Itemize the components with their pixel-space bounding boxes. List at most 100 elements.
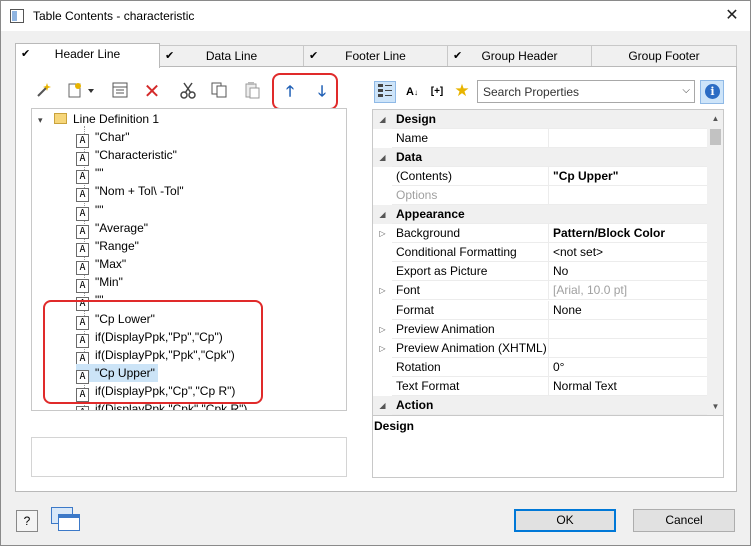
tree-item[interactable]: A "" [76, 201, 107, 221]
tab-footer-line[interactable]: ✔ Footer Line [303, 45, 448, 67]
scrollbar-thumb[interactable] [710, 129, 721, 145]
check-icon: ✔ [165, 50, 175, 62]
property-value[interactable] [553, 320, 707, 339]
sort-alphabetical-icon[interactable]: A↓ [401, 81, 423, 103]
property-value[interactable] [553, 339, 707, 358]
property-name: Text Format [396, 376, 549, 396]
property-row[interactable]: Export as Picture No [373, 262, 707, 282]
property-row[interactable]: Rotation 0° [373, 357, 707, 377]
property-value[interactable]: [Arial, 10.0 pt] [553, 281, 707, 300]
property-value[interactable] [553, 186, 707, 205]
tab-group-header[interactable]: ✔ Group Header [447, 45, 592, 67]
property-row[interactable]: Options [373, 186, 707, 206]
annotation-highlight-items [43, 300, 263, 404]
row-gutter [373, 186, 392, 206]
delete-icon[interactable]: ✕ [141, 81, 163, 103]
tree-root[interactable]: ▾ Line Definition 1 [38, 111, 159, 128]
expand-icon[interactable]: ▷ [373, 281, 392, 301]
scroll-up-icon[interactable]: ▲ [707, 110, 723, 127]
property-category[interactable]: ◢ Design [373, 110, 707, 129]
property-row[interactable]: ▷ Background Pattern/Block Color [373, 224, 707, 244]
tab-header-line[interactable]: ✔ Header Line [15, 43, 160, 68]
cancel-label: Cancel [665, 513, 703, 527]
new-item-icon[interactable] [65, 81, 97, 103]
property-value[interactable]: <not set> [553, 243, 707, 262]
property-name: Rotation [396, 357, 549, 377]
expand-icon[interactable]: ▷ [373, 338, 392, 358]
window-mode-icon[interactable] [51, 507, 81, 533]
ok-button[interactable]: OK [514, 509, 616, 532]
copy-icon[interactable] [208, 81, 230, 103]
tab-data-line[interactable]: ✔ Data Line [159, 45, 304, 67]
property-value[interactable]: None [553, 301, 707, 320]
tab-label: Data Line [205, 49, 258, 63]
collapse-icon[interactable]: ◢ [373, 110, 392, 129]
search-properties-dropdown[interactable]: Search Properties ⌵ [477, 80, 695, 103]
property-value[interactable]: Pattern/Block Color [553, 224, 707, 243]
scroll-down-icon[interactable]: ▼ [707, 398, 723, 415]
scrollbar[interactable]: ▲ ▼ [707, 110, 723, 415]
row-gutter [373, 357, 392, 377]
ok-label: OK [556, 513, 574, 527]
property-row[interactable]: ▷ Preview Animation [373, 319, 707, 339]
property-row[interactable]: Format None [373, 300, 707, 320]
property-row[interactable]: ▷ Font [Arial, 10.0 pt] [373, 281, 707, 301]
cancel-button[interactable]: Cancel [633, 509, 735, 532]
row-gutter [373, 300, 392, 320]
property-value[interactable]: Normal Text [553, 377, 707, 396]
close-icon[interactable]: ✕ [720, 5, 744, 27]
property-name: Name [396, 129, 549, 149]
tree-item[interactable]: A "Min" [76, 273, 126, 294]
info-button[interactable]: i [700, 80, 724, 104]
tab-group-footer[interactable]: Group Footer [591, 45, 737, 67]
tree-item[interactable]: A "" [76, 164, 107, 185]
property-value[interactable]: 0° [553, 358, 707, 377]
row-gutter [373, 376, 392, 396]
property-name: Export as Picture [396, 262, 549, 282]
paste-icon[interactable] [241, 81, 263, 103]
property-value[interactable]: "Cp Upper" [553, 167, 707, 186]
property-category[interactable]: ◢ Data [373, 148, 707, 168]
cut-icon[interactable] [177, 81, 199, 103]
expand-all-icon[interactable]: [+] [426, 81, 448, 103]
tree-item-label: "Average" [95, 220, 148, 235]
property-row[interactable]: Text Format Normal Text [373, 376, 707, 396]
property-category[interactable]: ◢ Appearance [373, 205, 707, 225]
tree-item[interactable]: A "Average" [76, 219, 151, 239]
property-name: Preview Animation (XHTML) [396, 338, 549, 358]
expand-icon[interactable]: ▷ [373, 224, 392, 244]
property-category[interactable]: ◢ Action [373, 395, 707, 415]
tree-item[interactable]: A "Characteristic" [76, 146, 180, 167]
search-placeholder: Search Properties [483, 85, 580, 99]
property-name: Format [396, 300, 549, 320]
help-button[interactable]: ? [16, 510, 38, 532]
tree-item[interactable]: A "Range" [76, 237, 142, 257]
categorized-view-icon[interactable] [374, 81, 396, 103]
property-description-box [372, 415, 724, 478]
expand-icon[interactable]: ▷ [373, 319, 392, 339]
property-row[interactable]: Conditional Formatting <not set> [373, 243, 707, 263]
property-name: Appearance [396, 207, 465, 222]
property-value[interactable] [553, 129, 707, 148]
collapse-icon[interactable]: ◢ [373, 395, 392, 415]
property-name: Conditional Formatting [396, 243, 549, 263]
tree-item[interactable]: A "Nom + Tol\ -Tol" [76, 182, 187, 203]
tree-item-label: "Range" [95, 238, 139, 253]
favorites-star-icon[interactable]: ★ [451, 80, 473, 102]
check-icon: ✔ [453, 50, 463, 62]
chevron-down-icon[interactable]: ▾ [38, 112, 50, 129]
property-row[interactable]: ▷ Preview Animation (XHTML) [373, 338, 707, 358]
properties-icon[interactable] [109, 81, 131, 103]
tree-item[interactable]: A "Char" [76, 128, 133, 148]
wizard-icon[interactable] [33, 81, 55, 103]
row-gutter [373, 129, 392, 149]
property-value[interactable]: No [553, 262, 707, 281]
tree-item[interactable]: A "Max" [76, 255, 129, 276]
property-row[interactable]: (Contents) "Cp Upper" [373, 167, 707, 187]
property-name: (Contents) [396, 167, 549, 187]
collapse-icon[interactable]: ◢ [373, 148, 392, 168]
chevron-down-icon[interactable]: ⌵ [682, 85, 690, 96]
tree-item-label: "Nom + Tol\ -Tol" [95, 184, 184, 199]
property-row[interactable]: Name [373, 129, 707, 149]
collapse-icon[interactable]: ◢ [373, 205, 392, 225]
